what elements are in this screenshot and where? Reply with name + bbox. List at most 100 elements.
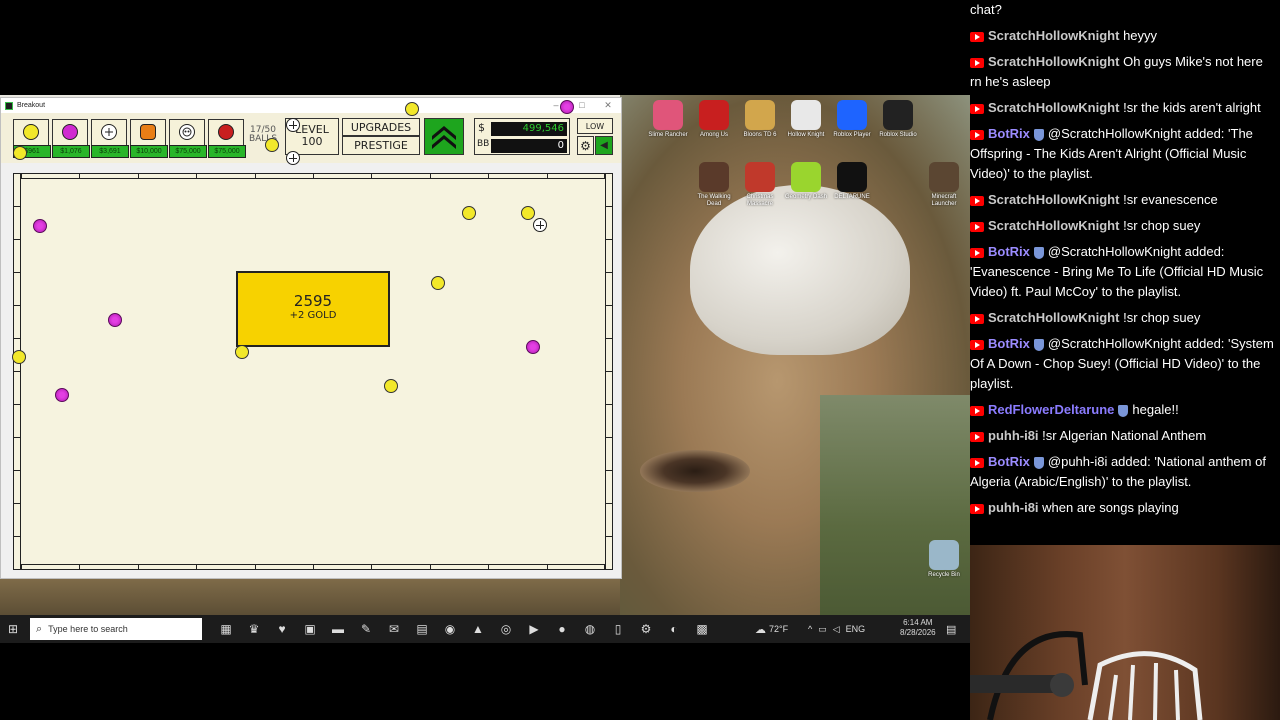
tray-network-icon[interactable]: ▭ xyxy=(818,624,827,635)
chat-message: BotRix @ScratchHollowKnight added: 'Evane… xyxy=(970,242,1280,302)
wall-segment-tick xyxy=(254,173,256,179)
app-icon xyxy=(791,162,821,192)
tray-language[interactable]: ENG xyxy=(846,624,866,634)
desktop-icon-hollow-knight[interactable]: Hollow Knight xyxy=(783,100,829,139)
chat-username[interactable]: puhh-i8i xyxy=(988,428,1039,443)
clock-time: 6:14 AM xyxy=(903,618,933,627)
wall-segment-tick xyxy=(13,404,21,405)
chat-message: ScratchHollowKnight !sr the kids aren't … xyxy=(970,98,1280,118)
youtube-icon[interactable]: ▶ xyxy=(523,618,545,640)
wall-segment-tick xyxy=(79,564,81,570)
shop-ball-plus[interactable]: $3,691 xyxy=(91,119,129,158)
wallpaper-grass xyxy=(820,395,970,615)
shop-ball-pink[interactable]: $1,076 xyxy=(52,119,90,158)
weather-icon[interactable]: ☁ xyxy=(755,623,766,636)
wall-segment-tick xyxy=(196,173,198,179)
desktop-icon-label: Roblox Studio xyxy=(879,132,917,138)
file-explorer-icon[interactable]: ▬ xyxy=(327,618,349,640)
desktop-icon-roblox-player[interactable]: Roblox Player xyxy=(829,100,875,139)
chat-username[interactable]: ScratchHollowKnight xyxy=(988,28,1119,43)
desktop-icon-label: Recycle Bin xyxy=(928,572,960,578)
outlook-icon[interactable]: ✉ xyxy=(383,618,405,640)
reddit-icon[interactable]: ● xyxy=(551,618,573,640)
desktop-icon-christmas-massacre[interactable]: Christmas Massacre xyxy=(737,162,783,208)
edge-icon[interactable]: ◉ xyxy=(439,618,461,640)
bb-label: BB xyxy=(477,139,490,149)
chat-username[interactable]: ScratchHollowKnight xyxy=(988,54,1119,69)
settings-icon[interactable]: ⚙ xyxy=(635,618,657,640)
chat-username[interactable]: RedFlowerDeltarune xyxy=(988,402,1114,417)
desktop-icon-slime-rancher[interactable]: Slime Rancher xyxy=(645,100,691,139)
app-icon xyxy=(699,100,729,130)
close-button[interactable]: ✕ xyxy=(595,100,621,111)
chat-message: ScratchHollowKnight !sr chop suey xyxy=(970,308,1280,328)
yellow-ball xyxy=(235,345,249,359)
sound-icon[interactable]: ◀ xyxy=(595,136,613,155)
chat-username[interactable]: ScratchHollowKnight xyxy=(988,310,1119,325)
chat-username[interactable]: BotRix xyxy=(988,454,1030,469)
windows-start-icon[interactable]: ⊞ xyxy=(8,622,18,636)
wall-segment-tick xyxy=(254,564,256,570)
tray-clock[interactable]: 6:14 AM 8/28/2026 xyxy=(900,618,936,638)
yellow-ball xyxy=(521,206,535,220)
chat-message: chat? xyxy=(970,0,1280,20)
chrome-icon[interactable]: ◎ xyxy=(495,618,517,640)
task-view-icon[interactable]: ▦ xyxy=(215,618,237,640)
shop-ball-orange[interactable]: $10,000 xyxy=(130,119,168,158)
desktop-icon-geometry-dash[interactable]: Geometry Dash xyxy=(783,162,829,201)
desktop-icon-recycle-bin[interactable]: Recycle Bin xyxy=(921,540,967,579)
app-purple-icon[interactable]: ▣ xyxy=(299,618,321,640)
brick-health: 2595 xyxy=(293,292,333,310)
playfield[interactable]: 2595 +2 GOLD xyxy=(12,100,613,570)
upgrades-button[interactable]: UPGRADES xyxy=(342,118,420,136)
notifications-icon[interactable]: ▤ xyxy=(946,623,956,636)
wall-segment-tick xyxy=(605,503,613,504)
prestige-button[interactable]: PRESTIGE xyxy=(342,136,420,155)
moderator-shield-icon xyxy=(1033,128,1044,141)
window-titlebar[interactable]: Breakout – □ ✕ xyxy=(1,98,621,113)
tray-volume-icon[interactable]: ◁ xyxy=(833,624,840,635)
chat-username[interactable]: BotRix xyxy=(988,336,1030,351)
desktop-icon-roblox-studio[interactable]: Roblox Studio xyxy=(875,100,921,139)
chat-username[interactable]: puhh-i8i xyxy=(988,500,1039,515)
desktop-icon-deltarune[interactable]: DELTARUNE xyxy=(829,162,875,201)
shop-price: $3,691 xyxy=(91,145,129,158)
wall-segment-tick xyxy=(605,239,613,240)
discord-icon[interactable]: ◍ xyxy=(579,618,601,640)
desktop-icon-bloons-td-6[interactable]: Bloons TD 6 xyxy=(737,100,783,139)
taskbar-search-box[interactable]: ⌕ Type here to search xyxy=(30,618,202,640)
chat-text: !sr Algerian National Anthem xyxy=(1042,428,1207,443)
chat-username[interactable]: ScratchHollowKnight xyxy=(988,192,1119,207)
desktop-icon-the-walking-dead[interactable]: The Walking Dead xyxy=(691,162,737,208)
shop-ball-red[interactable]: $75,000 xyxy=(208,119,246,158)
notepad-icon[interactable]: ▯ xyxy=(607,618,629,640)
drive-icon[interactable]: ▲ xyxy=(467,618,489,640)
desktop-icon-among-us[interactable]: Among Us xyxy=(691,100,737,139)
app-heart-icon[interactable]: ♥ xyxy=(271,618,293,640)
breakout-app-icon[interactable]: ▩ xyxy=(691,618,713,640)
obs-icon[interactable]: ◐ xyxy=(663,618,685,640)
quality-toggle[interactable]: LOW xyxy=(577,118,613,134)
wall-segment-tick xyxy=(488,173,490,179)
copilot-icon[interactable]: ✎ xyxy=(355,618,377,640)
chat-message: puhh-i8i !sr Algerian National Anthem xyxy=(970,426,1280,446)
settings-gear-icon[interactable]: ⚙ xyxy=(577,136,594,155)
shop-ball-skull[interactable]: $75,000 xyxy=(169,119,207,158)
chat-username[interactable]: BotRix xyxy=(988,244,1030,259)
chat-username[interactable]: ScratchHollowKnight xyxy=(988,100,1119,115)
tray-chevron-icon[interactable]: ^ xyxy=(808,624,812,634)
chat-username[interactable]: BotRix xyxy=(988,126,1030,141)
app-icon xyxy=(791,100,821,130)
desktop-icon-minecraft-launcher[interactable]: Minecraft Launcher xyxy=(921,162,967,208)
stream-chat: chat? ScratchHollowKnight heyyy ScratchHol… xyxy=(970,0,1280,545)
chat-text: hegale!! xyxy=(1132,402,1179,417)
search-icon: ⌕ xyxy=(36,622,43,635)
rank-up-button[interactable] xyxy=(424,118,464,155)
weather-temp[interactable]: 72°F xyxy=(769,624,788,634)
store-icon[interactable]: ▤ xyxy=(411,618,433,640)
app-crown-icon[interactable]: ♛ xyxy=(243,618,265,640)
chat-username[interactable]: ScratchHollowKnight xyxy=(988,218,1119,233)
currency-panel: $ 499,546 BB 0 xyxy=(474,118,570,155)
youtube-icon xyxy=(970,57,984,68)
desktop-icon-label: Bloons TD 6 xyxy=(743,132,777,138)
